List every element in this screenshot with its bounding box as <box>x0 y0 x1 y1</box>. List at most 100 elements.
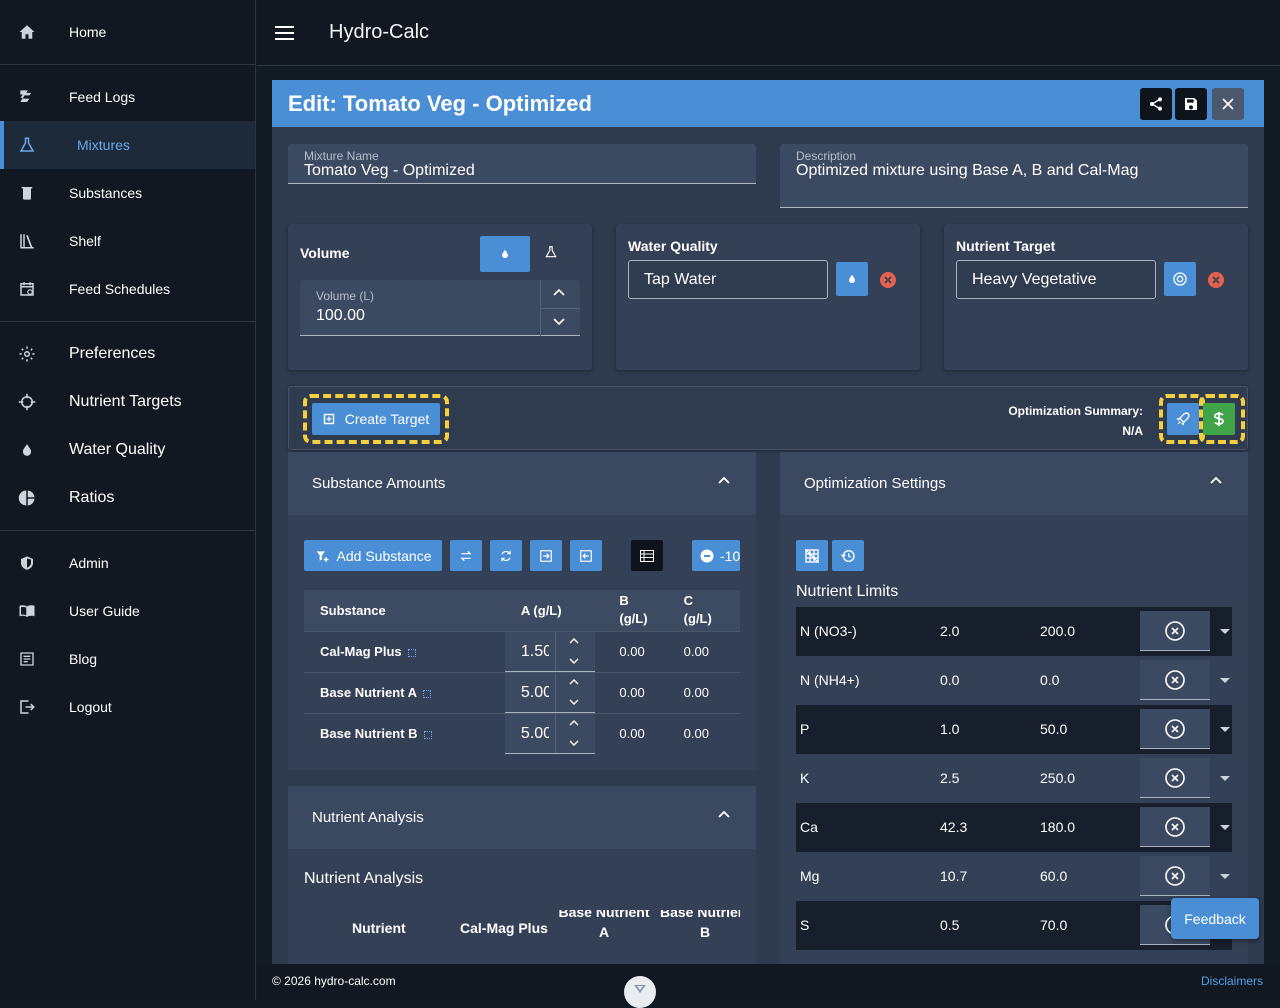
reset-settings-button[interactable] <box>832 540 864 571</box>
remove-limit-button[interactable] <box>1140 856 1210 896</box>
nutrient-max[interactable]: 0.0 <box>1040 672 1059 688</box>
sidebar-item-mixtures[interactable]: Mixtures <box>0 121 255 169</box>
add-substance-button[interactable]: Add Substance <box>304 540 442 571</box>
feedback-button[interactable]: Feedback <box>1171 898 1259 939</box>
nutrient-limit-row: S 0.5 70.0 <box>796 901 1232 950</box>
volume-liquid-toggle[interactable] <box>480 236 530 272</box>
remove-limit-button[interactable] <box>1140 611 1210 651</box>
substance-amounts-header[interactable]: Substance Amounts <box>288 452 756 515</box>
refresh-button[interactable] <box>490 540 522 571</box>
amount-a-input[interactable]: 5.00 <box>504 713 595 754</box>
volume-increment-button[interactable] <box>553 288 565 296</box>
share-button[interactable] <box>1140 88 1172 120</box>
close-button[interactable] <box>1212 88 1244 120</box>
description-field[interactable]: Description Optimized mixture using Base… <box>780 144 1248 208</box>
chevron-up-icon[interactable] <box>718 810 730 818</box>
nutrient-analysis-header[interactable]: Nutrient Analysis <box>288 786 756 849</box>
cost-optimize-button[interactable] <box>1203 403 1235 435</box>
nutrient-max[interactable]: 50.0 <box>1040 721 1067 737</box>
optimization-settings-header[interactable]: Optimization Settings <box>780 452 1248 515</box>
chevron-up-icon[interactable] <box>569 678 579 685</box>
export-button[interactable] <box>570 540 602 571</box>
sidebar-item-user-guide[interactable]: User Guide <box>0 587 255 635</box>
chevron-down-icon[interactable] <box>569 740 579 747</box>
chevron-up-icon[interactable] <box>718 476 730 484</box>
grid-off-button[interactable] <box>796 540 828 571</box>
sidebar-item-shelf[interactable]: Shelf <box>0 217 255 265</box>
nutrient-min[interactable]: 2.0 <box>940 623 959 639</box>
nutrient-analysis-table-header: Nutrient Cal-Mag Plus Base Nutrient A Bas… <box>304 910 740 964</box>
substance-amounts-section: Substance Amounts Add Substance -10 Subs… <box>288 452 756 770</box>
nutrient-min[interactable]: 0.5 <box>940 917 959 933</box>
nutrient-target-clear-button[interactable] <box>1208 272 1224 288</box>
chevron-down-icon[interactable] <box>569 658 579 665</box>
volume-decrement-button[interactable] <box>553 318 565 326</box>
save-button[interactable] <box>1175 88 1207 120</box>
sidebar-item-ratios[interactable]: Ratios <box>0 474 255 522</box>
sidebar-item-water-quality[interactable]: Water Quality <box>0 426 255 474</box>
sidebar-item-substances[interactable]: Substances <box>0 169 255 217</box>
nutrient-target-edit-button[interactable] <box>1164 262 1196 296</box>
water-quality-edit-button[interactable] <box>836 262 868 296</box>
add-target-icon <box>323 413 334 425</box>
dropdown-arrow-icon[interactable] <box>1220 678 1230 683</box>
remove-limit-button[interactable] <box>1140 807 1210 847</box>
volume-title: Volume <box>300 245 350 261</box>
info-icon[interactable] <box>423 689 432 698</box>
import-button[interactable] <box>530 540 562 571</box>
sidebar-item-nutrient-targets[interactable]: Nutrient Targets <box>0 378 255 426</box>
footer: © 2026 hydro-calc.com Disclaimers <box>257 964 1280 1000</box>
nutrient-min[interactable]: 0.0 <box>940 672 959 688</box>
nutrient-limit-row: K 2.5 250.0 <box>796 754 1232 803</box>
dropdown-arrow-icon[interactable] <box>1220 727 1230 732</box>
chevron-down-icon[interactable] <box>569 699 579 706</box>
water-quality-clear-button[interactable] <box>880 272 896 288</box>
nutrient-max[interactable]: 250.0 <box>1040 770 1075 786</box>
amount-a-input[interactable]: 1.50 <box>504 631 595 672</box>
nutrient-target-select[interactable]: Heavy Vegetative <box>956 260 1156 299</box>
dropdown-arrow-icon[interactable] <box>1220 825 1230 830</box>
dropdown-arrow-icon[interactable] <box>1220 776 1230 781</box>
sidebar-item-feed-logs[interactable]: Feed Logs <box>0 73 255 121</box>
info-icon[interactable] <box>407 648 416 657</box>
remove-limit-button[interactable] <box>1140 709 1210 749</box>
sidebar-item-logout[interactable]: Logout <box>0 683 255 731</box>
nutrient-min[interactable]: 42.3 <box>940 819 967 835</box>
volume-flask-toggle[interactable] <box>544 244 558 260</box>
menu-icon[interactable] <box>275 24 295 42</box>
nutrient-max[interactable]: 180.0 <box>1040 819 1075 835</box>
nutrient-min[interactable]: 2.5 <box>940 770 959 786</box>
create-target-button[interactable]: Create Target <box>312 403 440 435</box>
info-icon[interactable] <box>423 730 432 739</box>
sidebar-item-admin[interactable]: Admin <box>0 539 255 587</box>
chevron-up-icon[interactable] <box>569 637 579 644</box>
close-circle-icon <box>1165 620 1185 641</box>
remove-limit-button[interactable] <box>1140 660 1210 700</box>
mixture-name-field[interactable]: Mixture Name Tomato Veg - Optimized <box>288 144 756 184</box>
chevron-up-icon[interactable] <box>569 719 579 726</box>
nutrient-min[interactable]: 10.7 <box>940 868 967 884</box>
optimize-button[interactable] <box>1167 403 1199 435</box>
dropdown-arrow-icon[interactable] <box>1220 629 1230 634</box>
calendar-icon <box>17 279 37 299</box>
nutrient-max[interactable]: 60.0 <box>1040 868 1067 884</box>
chevron-up-icon[interactable] <box>1210 476 1222 484</box>
nutrient-min[interactable]: 1.0 <box>940 721 959 737</box>
disclaimers-link[interactable]: Disclaimers <box>1201 974 1263 988</box>
volume-input[interactable]: Volume (L) 100.00 <box>300 280 580 336</box>
dropdown-arrow-icon[interactable] <box>1220 874 1230 879</box>
remove-limit-button[interactable] <box>1140 758 1210 798</box>
nutrient-max[interactable]: 200.0 <box>1040 623 1075 639</box>
scroll-down-button[interactable] <box>624 976 656 1008</box>
decrease-10-button[interactable]: -10 <box>692 540 740 571</box>
sidebar-item-preferences[interactable]: Preferences <box>0 330 255 378</box>
water-quality-select[interactable]: Tap Water <box>628 260 828 299</box>
sidebar-item-home[interactable]: Home <box>0 8 255 56</box>
swap-button[interactable] <box>450 540 482 571</box>
nutrient-max[interactable]: 70.0 <box>1040 917 1067 933</box>
amount-a-input[interactable]: 5.00 <box>504 672 595 713</box>
sidebar-item-feed-schedules[interactable]: Feed Schedules <box>0 265 255 313</box>
sidebar-item-blog[interactable]: Blog <box>0 635 255 683</box>
col-base-nutrient-b: Base Nutrier B <box>660 910 740 940</box>
table-view-button[interactable] <box>631 540 663 571</box>
